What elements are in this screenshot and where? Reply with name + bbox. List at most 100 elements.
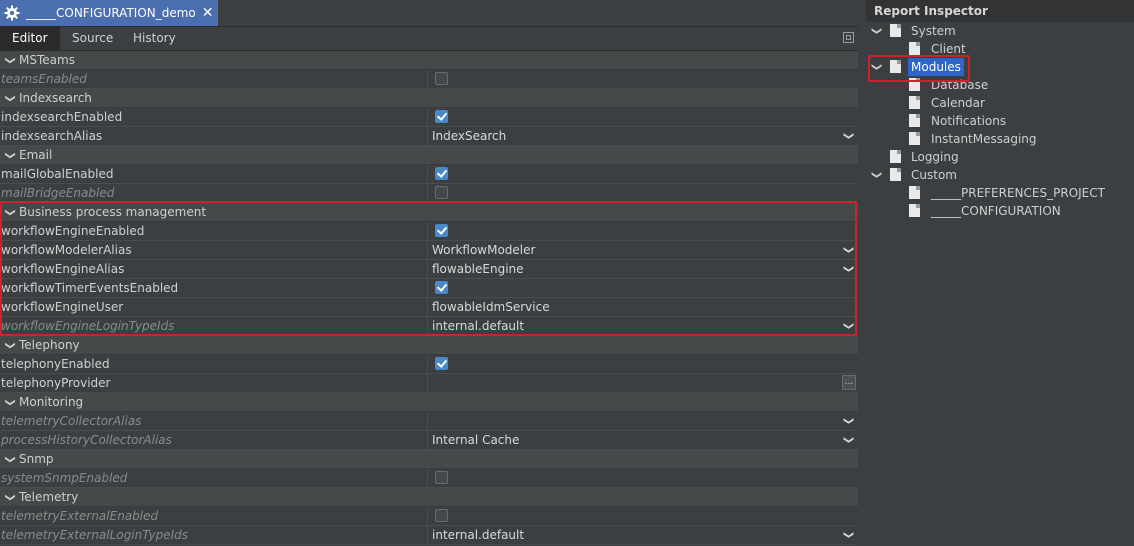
chevron-down-icon[interactable]: ❯ xyxy=(867,63,885,71)
chevron-down-icon[interactable]: ❯ xyxy=(1,341,20,349)
tree-item[interactable]: ❯ Modules xyxy=(866,58,1134,76)
document-icon xyxy=(909,78,920,91)
property-value[interactable] xyxy=(429,184,858,202)
property-name: teamsEnabled xyxy=(0,70,428,88)
property-checkbox[interactable] xyxy=(435,357,448,370)
property-value[interactable]: ❯ xyxy=(429,412,858,430)
inspector-title: Report Inspector xyxy=(866,0,1134,22)
property-row: workflowEngineLoginTypeIds internal.defau… xyxy=(0,317,858,336)
property-name: systemSnmpEnabled xyxy=(0,469,428,487)
property-checkbox[interactable] xyxy=(435,471,448,484)
property-row: systemSnmpEnabled xyxy=(0,469,858,488)
property-row: processHistoryCollectorAlias Internal Cac… xyxy=(0,431,858,450)
close-icon[interactable]: ✕ xyxy=(202,6,214,20)
chevron-down-icon[interactable]: ❯ xyxy=(1,151,20,159)
property-value[interactable]: Internal Cache ❯ xyxy=(429,431,858,449)
chevron-down-icon[interactable]: ❯ xyxy=(1,94,20,102)
property-checkbox[interactable] xyxy=(435,509,448,522)
property-value-text: flowableEngine xyxy=(432,262,524,276)
tree-item-label: Client xyxy=(931,42,966,56)
property-value[interactable]: ... xyxy=(429,374,858,392)
tab-history[interactable]: History xyxy=(121,27,188,50)
maximize-icon[interactable] xyxy=(843,32,854,43)
property-checkbox[interactable] xyxy=(435,186,448,199)
section-header[interactable]: ❯ Monitoring xyxy=(0,393,858,412)
property-value[interactable]: WorkflowModeler ❯ xyxy=(429,241,858,259)
property-row: workflowTimerEventsEnabled xyxy=(0,279,858,298)
property-row: teamsEnabled xyxy=(0,70,858,89)
chevron-down-icon[interactable]: ❯ xyxy=(839,436,857,444)
tree-item[interactable]: Calendar xyxy=(866,94,1134,112)
chevron-down-icon[interactable]: ❯ xyxy=(839,132,857,140)
section-label: Telemetry xyxy=(19,490,79,504)
property-checkbox[interactable] xyxy=(435,110,448,123)
chevron-down-icon[interactable]: ❯ xyxy=(839,417,857,425)
section-label: Business process management xyxy=(19,205,207,219)
section-header[interactable]: ❯ Telemetry xyxy=(0,488,858,507)
property-value[interactable]: flowableEngine ❯ xyxy=(429,260,858,278)
tree-item[interactable]: Client xyxy=(866,40,1134,58)
chevron-down-icon[interactable]: ❯ xyxy=(1,398,20,406)
property-grid: ❯ MSTeams teamsEnabled ❯ Indexsearch indexsea… xyxy=(0,51,858,545)
tree-item[interactable]: Database xyxy=(866,76,1134,94)
section-header[interactable]: ❯ Indexsearch xyxy=(0,89,858,108)
tree-item-label: Database xyxy=(931,78,989,92)
property-value[interactable] xyxy=(429,355,858,373)
property-value[interactable]: IndexSearch ❯ xyxy=(429,127,858,145)
tab-source[interactable]: Source xyxy=(60,27,125,50)
chevron-down-icon[interactable]: ❯ xyxy=(1,56,20,64)
tree-item-label: Modules xyxy=(908,58,964,76)
property-value-text: WorkflowModeler xyxy=(432,243,536,257)
property-name: telephonyEnabled xyxy=(0,355,428,373)
section-header[interactable]: ❯ Snmp xyxy=(0,450,858,469)
section-label: MSTeams xyxy=(19,53,75,67)
property-value-text: Internal Cache xyxy=(432,433,520,447)
tree-item-label: System xyxy=(911,24,956,38)
section-header[interactable]: ❯ Business process management xyxy=(0,203,858,222)
property-value[interactable]: internal.default ❯ xyxy=(429,526,858,544)
property-value[interactable] xyxy=(429,70,858,88)
property-checkbox[interactable] xyxy=(435,72,448,85)
tree-item[interactable]: Logging xyxy=(866,148,1134,166)
property-value[interactable] xyxy=(429,222,858,240)
tree-item[interactable]: ❯ Custom xyxy=(866,166,1134,184)
property-value-text: internal.default xyxy=(432,319,525,333)
configuration-editor: _____CONFIGURATION_demo ✕ Editor Source … xyxy=(0,0,858,546)
tree-item[interactable]: Notifications xyxy=(866,112,1134,130)
property-checkbox[interactable] xyxy=(435,224,448,237)
tree-item[interactable]: InstantMessaging xyxy=(866,130,1134,148)
property-value[interactable] xyxy=(429,507,858,525)
document-tab[interactable]: _____CONFIGURATION_demo ✕ xyxy=(0,0,218,26)
property-value[interactable] xyxy=(429,108,858,126)
chevron-down-icon[interactable]: ❯ xyxy=(1,455,20,463)
document-icon xyxy=(890,150,901,163)
property-value[interactable]: internal.default ❯ xyxy=(429,317,858,335)
chevron-down-icon[interactable]: ❯ xyxy=(867,27,885,35)
chevron-down-icon[interactable]: ❯ xyxy=(1,493,20,501)
property-checkbox[interactable] xyxy=(435,281,448,294)
chevron-down-icon[interactable]: ❯ xyxy=(839,322,857,330)
tree-item[interactable]: ❯ System xyxy=(866,22,1134,40)
tab-editor[interactable]: Editor xyxy=(0,27,60,50)
tree-item-label: Notifications xyxy=(931,114,1007,128)
tree-item[interactable]: _____CONFIGURATION xyxy=(866,202,1134,220)
property-row: telephonyProvider... xyxy=(0,374,858,393)
property-value[interactable] xyxy=(429,165,858,183)
chevron-down-icon[interactable]: ❯ xyxy=(839,531,857,539)
property-value[interactable] xyxy=(429,469,858,487)
property-checkbox[interactable] xyxy=(435,167,448,180)
chevron-down-icon[interactable]: ❯ xyxy=(1,208,20,216)
browse-button[interactable]: ... xyxy=(842,375,856,390)
property-row: workflowEngineEnabled xyxy=(0,222,858,241)
section-header[interactable]: ❯ Email xyxy=(0,146,858,165)
chevron-down-icon[interactable]: ❯ xyxy=(839,265,857,273)
tree-item[interactable]: _____PREFERENCES_PROJECT xyxy=(866,184,1134,202)
property-value[interactable]: flowableIdmService xyxy=(429,298,858,316)
property-row: workflowEngineUser flowableIdmService xyxy=(0,298,858,317)
gear-icon xyxy=(4,5,20,21)
property-value[interactable] xyxy=(429,279,858,297)
chevron-down-icon[interactable]: ❯ xyxy=(839,246,857,254)
chevron-down-icon[interactable]: ❯ xyxy=(867,171,885,179)
section-header[interactable]: ❯ MSTeams xyxy=(0,51,858,70)
section-header[interactable]: ❯ Telephony xyxy=(0,336,858,355)
